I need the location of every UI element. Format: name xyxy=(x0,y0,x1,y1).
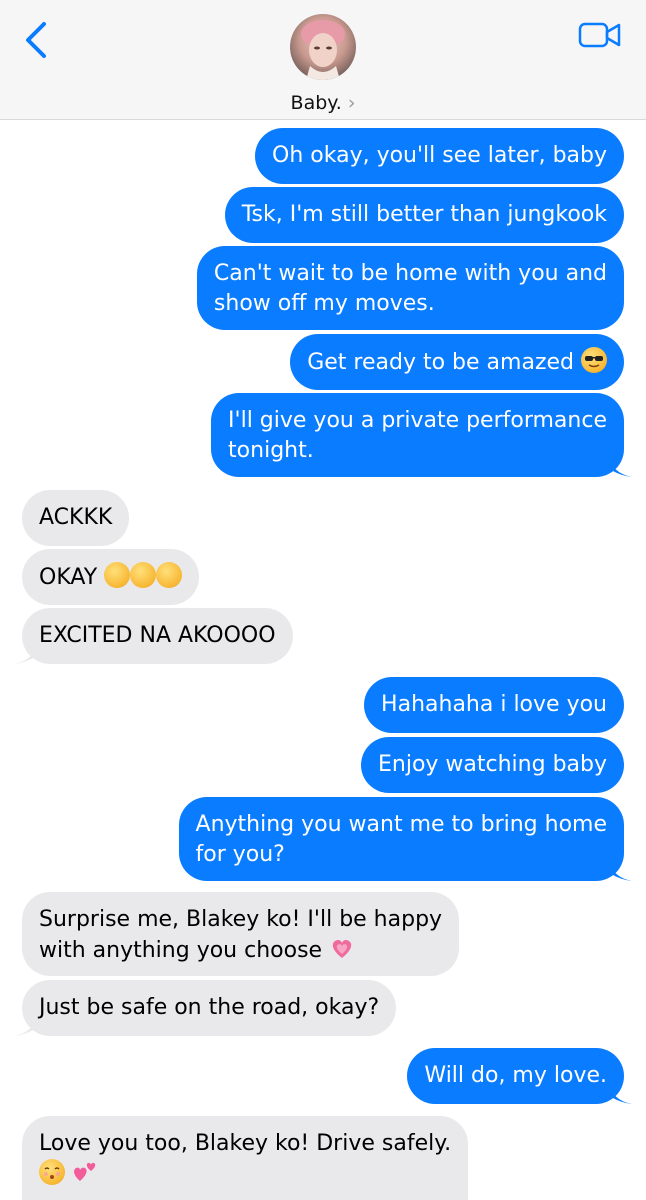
kissing-face-icon xyxy=(39,1159,65,1185)
contact-name-button[interactable]: Baby. › xyxy=(0,92,646,114)
message-sent[interactable]: Hahahaha i love you xyxy=(364,677,624,733)
bubble-tail xyxy=(610,861,632,881)
message-text-line: Surprise me, Blakey ko! I'll be happy xyxy=(39,907,443,932)
message-sent[interactable]: Oh okay, you'll see later, baby xyxy=(255,128,624,184)
sunglasses-face-icon xyxy=(581,347,607,373)
chevron-right-icon: › xyxy=(347,92,356,114)
conversation-header: Baby. › xyxy=(0,0,646,120)
bubble-tail xyxy=(14,644,36,664)
message-text-line: for you? xyxy=(195,842,285,867)
message-received[interactable]: EXCITED NA AKOOOO xyxy=(14,608,293,664)
hand-over-mouth-icon xyxy=(130,562,157,588)
message-sent[interactable]: Get ready to be amazed xyxy=(290,334,624,390)
message-received[interactable]: OKAY xyxy=(22,549,200,605)
message-received[interactable]: Surprise me, Blakey ko! I'll be happy wi… xyxy=(22,892,460,976)
message-received[interactable]: Love you too, Blakey ko! Drive safely. xyxy=(22,1116,469,1200)
two-hearts-icon xyxy=(72,1159,98,1185)
message-received[interactable]: ACKKK xyxy=(22,490,130,546)
message-text: EXCITED NA AKOOOO xyxy=(39,623,276,648)
message-text: Will do, my love. xyxy=(424,1063,607,1088)
message-sent[interactable]: Anything you want me to bring home for y… xyxy=(178,797,632,881)
avatar-photo xyxy=(301,20,345,80)
message-text: Just be safe on the road, okay? xyxy=(39,995,380,1020)
message-text: Enjoy watching baby xyxy=(377,752,607,777)
message-text-line: with anything you choose xyxy=(39,938,323,963)
message-received[interactable]: Just be safe on the road, okay? xyxy=(14,980,397,1036)
message-text-line: Anything you want me to bring home xyxy=(195,812,607,837)
chevron-left-icon xyxy=(26,22,46,58)
message-sent[interactable]: Enjoy watching baby xyxy=(360,737,624,793)
hand-over-mouth-icon xyxy=(104,562,131,588)
message-text: Tsk, I'm still better than jungkook xyxy=(241,202,607,227)
message-text-line: Love you too, Blakey ko! Drive safely. xyxy=(39,1131,452,1156)
back-button[interactable] xyxy=(22,20,52,60)
message-text-line: Can't wait to be home with you and xyxy=(213,261,607,286)
message-text-line: tonight. xyxy=(228,438,314,463)
contact-avatar[interactable] xyxy=(290,14,356,80)
message-text: Oh okay, you'll see later, baby xyxy=(272,143,607,168)
message-sent[interactable]: I'll give you a private performance toni… xyxy=(211,393,632,477)
hand-over-mouth-icon xyxy=(156,562,183,588)
contact-name: Baby. xyxy=(290,92,342,114)
facetime-video-button[interactable] xyxy=(578,20,622,50)
bubble-tail xyxy=(14,1016,36,1036)
bubble-tail xyxy=(610,457,632,477)
message-sent[interactable]: Will do, my love. xyxy=(407,1048,632,1104)
message-sent[interactable]: Tsk, I'm still better than jungkook xyxy=(224,187,624,243)
message-text-line: show off my moves. xyxy=(213,291,435,316)
bubble-tail xyxy=(610,1084,632,1104)
message-text-line: I'll give you a private performance xyxy=(228,408,607,433)
growing-heart-icon xyxy=(329,935,355,961)
message-text: ACKKK xyxy=(39,505,113,530)
message-text: Get ready to be amazed xyxy=(307,350,574,375)
message-text: Hahahaha i love you xyxy=(381,692,607,717)
video-camera-icon xyxy=(578,22,621,48)
message-sent[interactable]: Can't wait to be home with you and show … xyxy=(196,246,624,330)
message-text: OKAY xyxy=(39,565,98,590)
